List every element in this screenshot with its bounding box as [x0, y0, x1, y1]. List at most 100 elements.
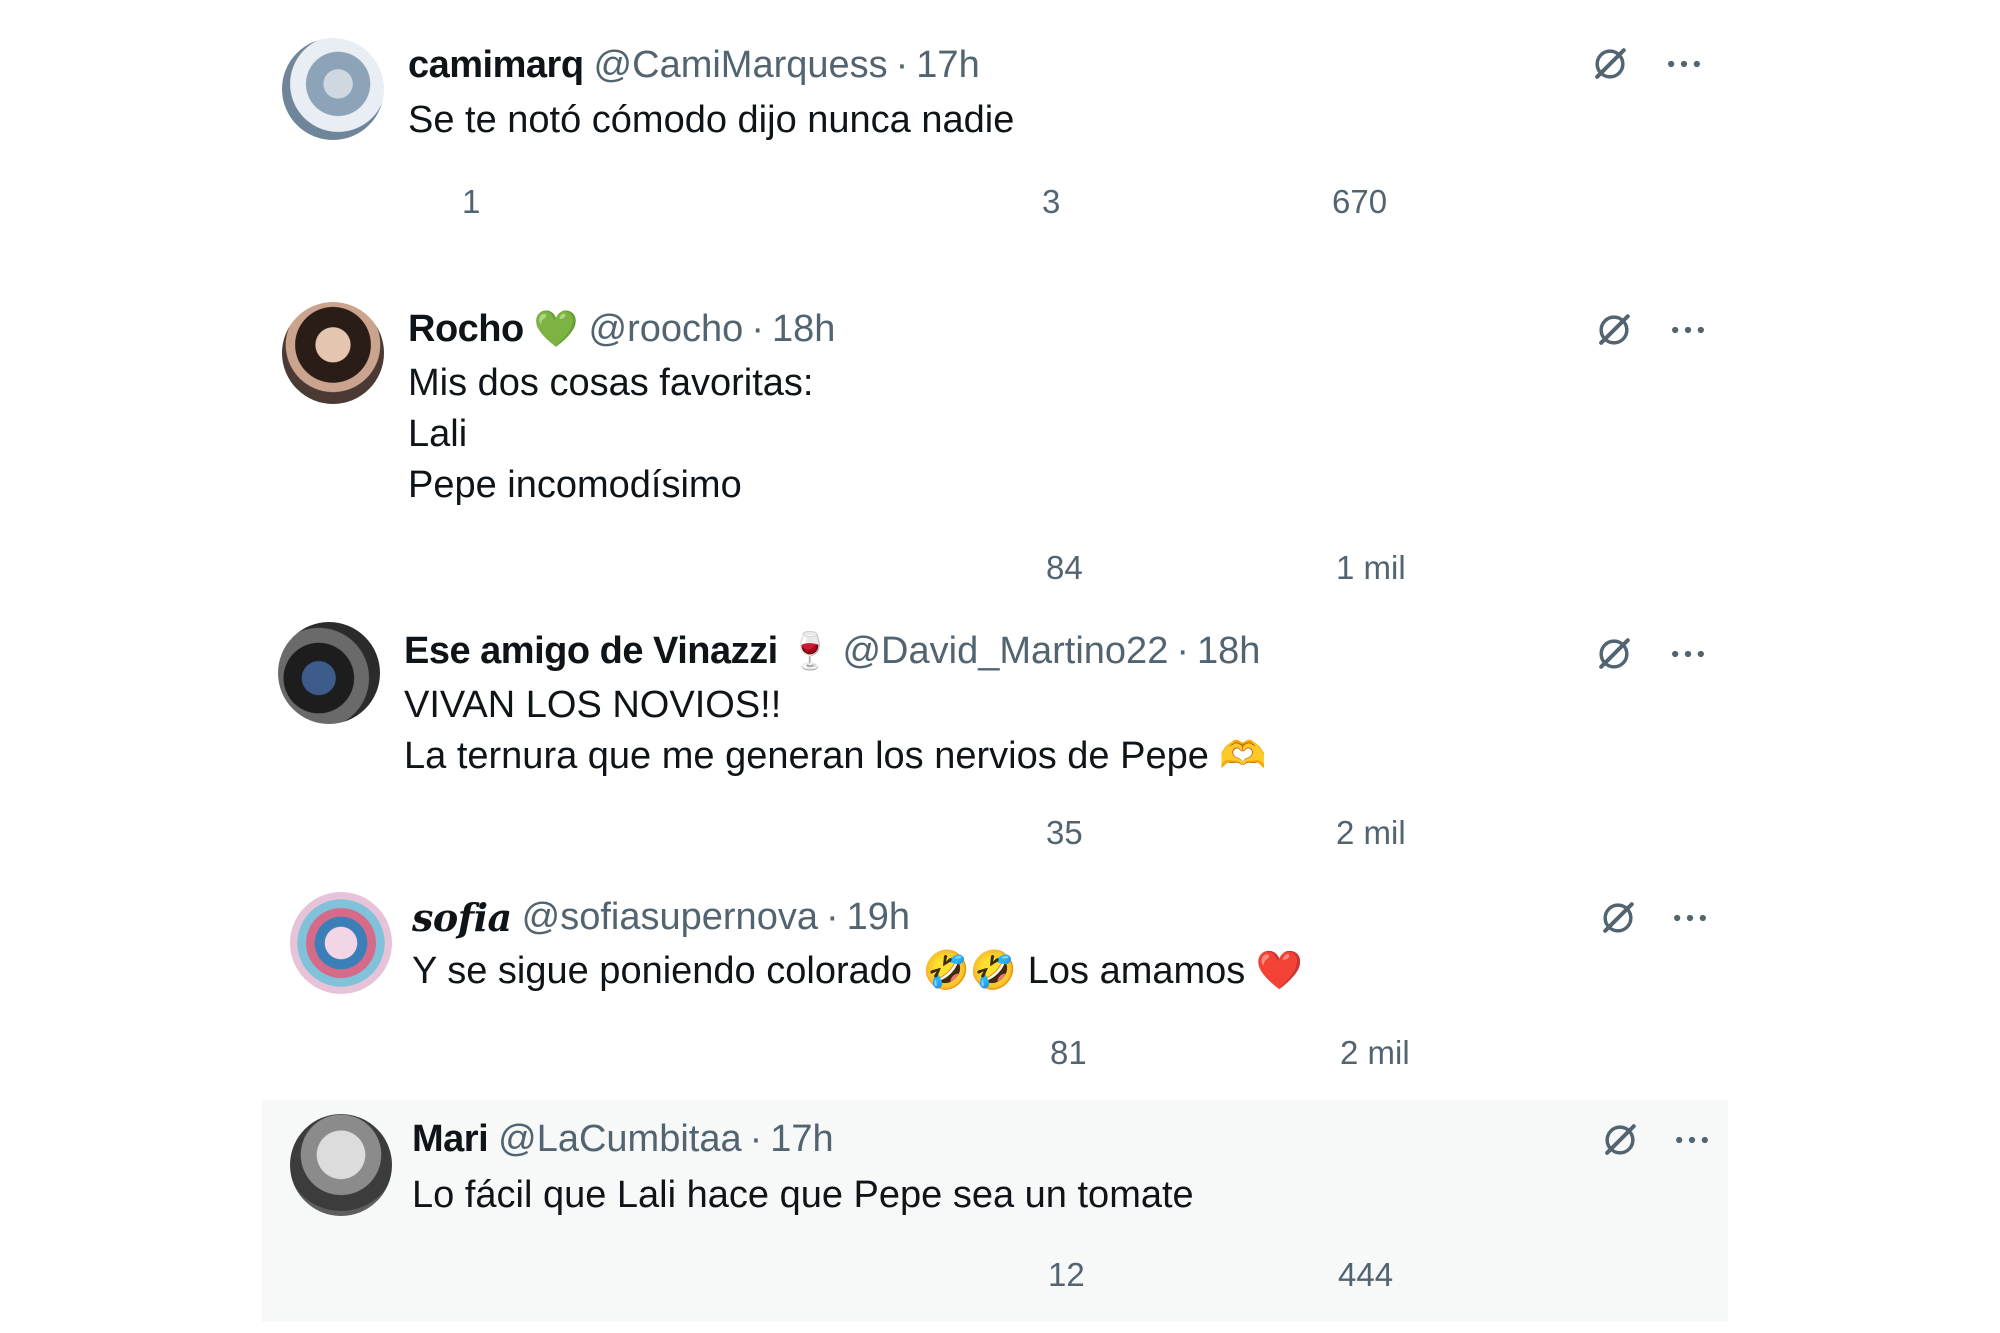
tweet[interactable]: 𝒔𝒐𝒇𝒊𝒂 @sofiasupernova · 19h Y se sigue p… — [270, 880, 1740, 1100]
share-button[interactable] — [1670, 543, 1714, 593]
like-button[interactable]: 84 — [992, 543, 1083, 593]
grok-icon[interactable] — [1598, 1118, 1642, 1162]
avatar[interactable] — [290, 892, 392, 994]
like-count: 12 — [1048, 1256, 1085, 1293]
bookmark-button[interactable] — [1594, 1028, 1638, 1078]
retweet-button[interactable] — [698, 177, 752, 227]
display-name[interactable]: Rocho — [408, 308, 524, 351]
handle[interactable]: @David_Martino22 — [842, 630, 1168, 673]
bookmark-icon — [1592, 811, 1636, 855]
like-icon — [996, 1031, 1040, 1075]
share-icon — [1672, 1031, 1716, 1075]
views-icon — [1282, 811, 1326, 855]
views-button[interactable]: 1 mil — [1282, 543, 1406, 593]
tweet[interactable]: camimarq @CamiMarquess · 17h Se te notó … — [270, 0, 1740, 290]
avatar[interactable] — [282, 302, 384, 404]
timestamp[interactable]: 17h — [916, 44, 979, 87]
retweet-button[interactable] — [702, 543, 756, 593]
action-bar: 81 2 mil — [408, 1028, 1728, 1078]
more-icon[interactable] — [1662, 42, 1706, 86]
bookmark-icon — [1594, 1031, 1638, 1075]
like-button[interactable]: 35 — [992, 808, 1083, 858]
like-icon — [992, 546, 1036, 590]
views-icon — [1284, 1253, 1328, 1297]
retweet-icon — [702, 546, 746, 590]
grok-icon[interactable] — [1588, 42, 1632, 86]
display-name[interactable]: camimarq — [408, 44, 584, 87]
reply-button[interactable] — [412, 543, 466, 593]
bookmark-button[interactable] — [1588, 177, 1632, 227]
action-bar: 12 444 — [412, 1250, 1732, 1300]
retweet-button[interactable] — [704, 1250, 758, 1300]
reply-button[interactable] — [414, 1028, 468, 1078]
share-button[interactable] — [1666, 177, 1710, 227]
tweet-header: Rocho 💚 @roocho · 18h — [408, 304, 835, 354]
tweet[interactable]: Rocho 💚 @roocho · 18h Mis dos cosas favo… — [270, 290, 1740, 610]
handle[interactable]: @sofiasupernova — [522, 896, 818, 939]
timestamp[interactable]: 19h — [847, 896, 910, 939]
views-count: 2 mil — [1336, 814, 1406, 851]
timestamp[interactable]: 18h — [772, 308, 835, 351]
avatar[interactable] — [278, 622, 380, 724]
timestamp[interactable]: 17h — [770, 1118, 833, 1161]
more-icon[interactable] — [1666, 308, 1710, 352]
name-emoji: 🍷 — [787, 630, 833, 671]
more-icon[interactable] — [1666, 632, 1710, 676]
views-button[interactable]: 2 mil — [1282, 808, 1406, 858]
like-icon — [994, 1253, 1038, 1297]
reply-icon — [414, 1031, 458, 1075]
share-button[interactable] — [1670, 808, 1714, 858]
like-button[interactable]: 3 — [988, 177, 1060, 227]
grok-icon[interactable] — [1592, 308, 1636, 352]
reply-button[interactable] — [408, 808, 462, 858]
views-button[interactable]: 2 mil — [1286, 1028, 1410, 1078]
share-icon — [1666, 180, 1710, 224]
retweet-icon — [698, 180, 742, 224]
like-icon — [988, 180, 1032, 224]
like-count: 3 — [1042, 183, 1061, 220]
action-bar: 84 1 mil — [408, 543, 1728, 593]
bookmark-button[interactable] — [1592, 808, 1636, 858]
like-icon — [992, 811, 1036, 855]
reply-button[interactable] — [412, 1250, 466, 1300]
tweet-header: Mari @LaCumbitaa · 17h — [412, 1114, 834, 1164]
more-icon[interactable] — [1670, 1118, 1714, 1162]
avatar[interactable] — [282, 38, 384, 140]
display-name[interactable]: Mari — [412, 1118, 489, 1161]
reply-icon — [408, 811, 452, 855]
tweet[interactable]: Mari @LaCumbitaa · 17h Lo fácil que Lali… — [262, 1100, 1728, 1322]
retweet-icon — [700, 811, 744, 855]
share-icon — [1670, 811, 1714, 855]
handle[interactable]: @roocho — [589, 308, 744, 351]
display-name[interactable]: Ese amigo de Vinazzi — [404, 630, 778, 673]
avatar[interactable] — [290, 1114, 392, 1216]
more-icon[interactable] — [1668, 896, 1712, 940]
like-button[interactable]: 12 — [994, 1250, 1085, 1300]
views-icon — [1286, 1031, 1330, 1075]
reply-count: 1 — [462, 183, 481, 220]
views-button[interactable]: 670 — [1278, 177, 1387, 227]
share-button[interactable] — [1672, 1028, 1716, 1078]
retweet-button[interactable] — [706, 1028, 760, 1078]
tweet[interactable]: Ese amigo de Vinazzi 🍷 @David_Martino22 … — [270, 610, 1740, 880]
bookmark-button[interactable] — [1594, 1250, 1638, 1300]
grok-icon[interactable] — [1596, 896, 1640, 940]
share-button[interactable] — [1670, 1250, 1714, 1300]
views-button[interactable]: 444 — [1284, 1250, 1393, 1300]
retweet-button[interactable] — [700, 808, 754, 858]
tweet-header: Ese amigo de Vinazzi 🍷 @David_Martino22 … — [404, 626, 1260, 676]
like-button[interactable]: 81 — [996, 1028, 1087, 1078]
tweet-text: Se te notó cómodo dijo nunca nadie — [408, 99, 1015, 141]
like-count: 84 — [1046, 549, 1083, 586]
bookmark-button[interactable] — [1592, 543, 1636, 593]
grok-icon[interactable] — [1592, 632, 1636, 676]
timestamp[interactable]: 18h — [1197, 630, 1260, 673]
views-icon — [1278, 180, 1322, 224]
display-name[interactable]: 𝒔𝒐𝒇𝒊𝒂 — [412, 895, 512, 940]
views-count: 444 — [1338, 1256, 1394, 1293]
reply-button[interactable]: 1 — [408, 177, 480, 227]
views-icon — [1282, 546, 1326, 590]
retweet-icon — [706, 1031, 750, 1075]
handle[interactable]: @LaCumbitaa — [498, 1118, 741, 1161]
handle[interactable]: @CamiMarquess — [594, 44, 888, 87]
